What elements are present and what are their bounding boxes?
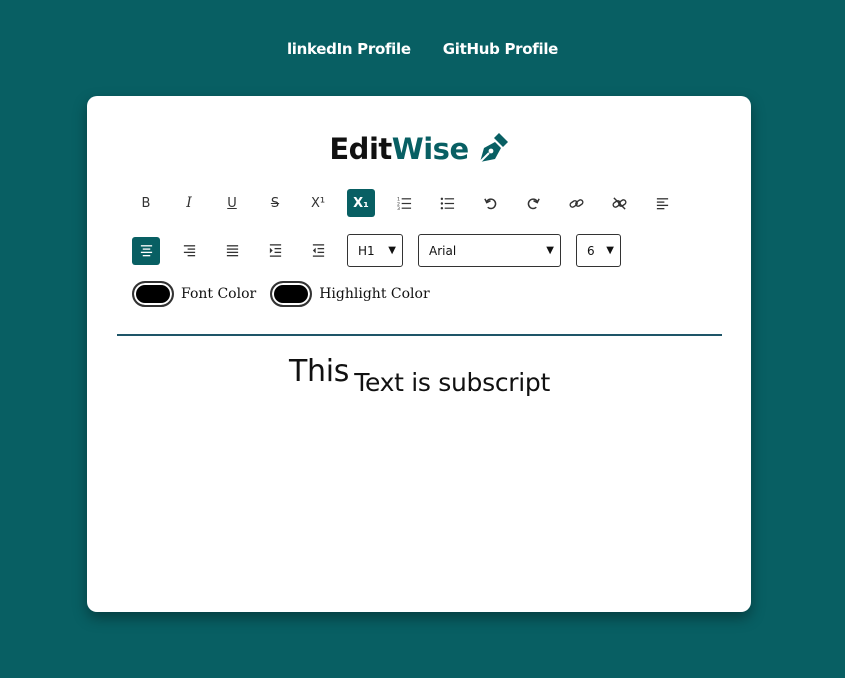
toolbar-row-2: H1 ▼ Arial ▼ 6 ▼ [132, 234, 636, 267]
outdent-button[interactable] [304, 237, 332, 265]
indent-button[interactable] [261, 237, 289, 265]
underline-button[interactable]: U [218, 189, 246, 217]
chevron-down-icon: ▼ [546, 245, 554, 256]
editor-main-text: This [289, 354, 350, 389]
heading-select[interactable]: H1 ▼ [347, 234, 403, 267]
align-right-icon [183, 245, 195, 257]
github-link[interactable]: GitHub Profile [443, 40, 559, 58]
align-right-button[interactable] [175, 237, 203, 265]
pen-nib-icon [478, 133, 508, 163]
chevron-down-icon: ▼ [606, 245, 614, 256]
italic-button[interactable]: I [175, 189, 203, 217]
highlight-color-label: Highlight Color [319, 286, 430, 302]
ordered-list-icon: 123 [397, 196, 411, 211]
font-size-select[interactable]: 6 ▼ [576, 234, 621, 267]
italic-label: I [186, 195, 192, 211]
unordered-list-button[interactable] [433, 189, 461, 217]
undo-icon [483, 197, 496, 209]
redo-button[interactable] [519, 189, 547, 217]
linkedin-link[interactable]: linkedIn Profile [287, 40, 411, 58]
editor-subscript-text: Text is subscript [354, 368, 550, 397]
unlink-icon [611, 196, 627, 210]
toolbar-row-1: B I U S X¹ X₁ 123 [132, 189, 691, 217]
subscript-button[interactable]: X₁ [347, 189, 375, 217]
heading-select-value: H1 [358, 243, 375, 258]
align-left-button[interactable] [648, 189, 676, 217]
editor-card: Edit Wise B I U S X¹ X₁ 123 H1 ▼ Arial ▼… [87, 96, 751, 612]
subscript-label: X₁ [353, 195, 369, 211]
brand-part-edit: Edit [329, 132, 392, 166]
strikethrough-label: S [270, 195, 280, 211]
align-justify-button[interactable] [218, 237, 246, 265]
bold-label: B [141, 195, 151, 211]
align-left-icon [656, 197, 668, 209]
brand-part-wise: Wise [391, 132, 469, 166]
font-size-select-value: 6 [587, 243, 595, 258]
align-center-icon [140, 245, 152, 257]
redo-icon [527, 197, 540, 209]
link-button[interactable] [562, 189, 590, 217]
align-justify-icon [226, 245, 238, 257]
unlink-button[interactable] [605, 189, 633, 217]
undo-button[interactable] [476, 189, 504, 217]
chevron-down-icon: ▼ [388, 245, 396, 256]
top-nav: linkedIn Profile GitHub Profile [0, 40, 845, 58]
superscript-button[interactable]: X¹ [304, 189, 332, 217]
strikethrough-button[interactable]: S [261, 189, 289, 217]
ordered-list-button[interactable]: 123 [390, 189, 418, 217]
link-icon [568, 198, 584, 208]
font-color-label: Font Color [181, 286, 257, 302]
toolbar-row-3: Font Color Highlight Color [132, 281, 444, 307]
unordered-list-icon [440, 197, 454, 209]
toolbar-divider [117, 334, 722, 336]
superscript-label: X¹ [310, 195, 326, 211]
editor-content[interactable]: This Text is subscript [117, 354, 722, 584]
brand-logo: Edit Wise [87, 132, 751, 166]
font-family-select[interactable]: Arial ▼ [418, 234, 561, 267]
align-center-button[interactable] [132, 236, 160, 265]
highlight-color-picker[interactable] [270, 281, 313, 307]
bold-button[interactable]: B [132, 189, 160, 217]
font-family-select-value: Arial [429, 243, 457, 258]
font-color-picker[interactable] [132, 281, 174, 307]
outdent-icon [312, 244, 324, 257]
indent-icon [269, 244, 281, 257]
underline-label: U [227, 195, 237, 211]
svg-text:3: 3 [397, 206, 400, 211]
